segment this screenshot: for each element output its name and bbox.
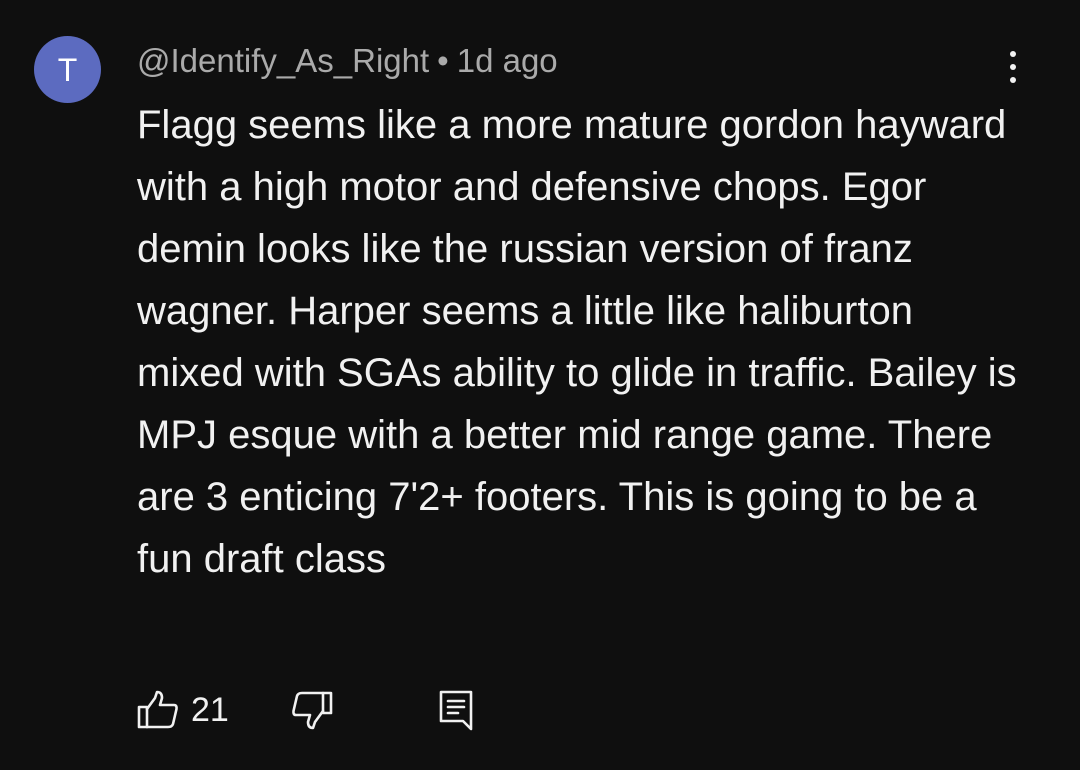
- more-options-button[interactable]: [990, 44, 1036, 90]
- more-vertical-icon: [1010, 51, 1016, 83]
- comment-text: Flagg seems like a more mature gordon ha…: [137, 103, 1017, 581]
- comment-actions: 21: [137, 686, 474, 734]
- reply-button[interactable]: [438, 689, 474, 731]
- dislike-button[interactable]: [291, 690, 333, 730]
- comment-timestamp[interactable]: 1d ago: [457, 42, 558, 79]
- comment-reply-icon: [438, 689, 474, 731]
- like-button[interactable]: 21: [137, 690, 229, 730]
- author-handle[interactable]: @Identify_As_Right: [137, 42, 429, 79]
- avatar[interactable]: T: [34, 36, 101, 103]
- comment-header: @Identify_As_Right • 1d ago: [137, 40, 558, 82]
- meta-separator: •: [437, 42, 449, 79]
- avatar-initial: T: [57, 51, 78, 88]
- comment-item: T @Identify_As_Right • 1d ago Flagg seems …: [0, 0, 1080, 770]
- like-count: 21: [191, 690, 229, 729]
- thumbs-down-icon: [291, 690, 333, 730]
- thumbs-up-icon: [137, 690, 179, 730]
